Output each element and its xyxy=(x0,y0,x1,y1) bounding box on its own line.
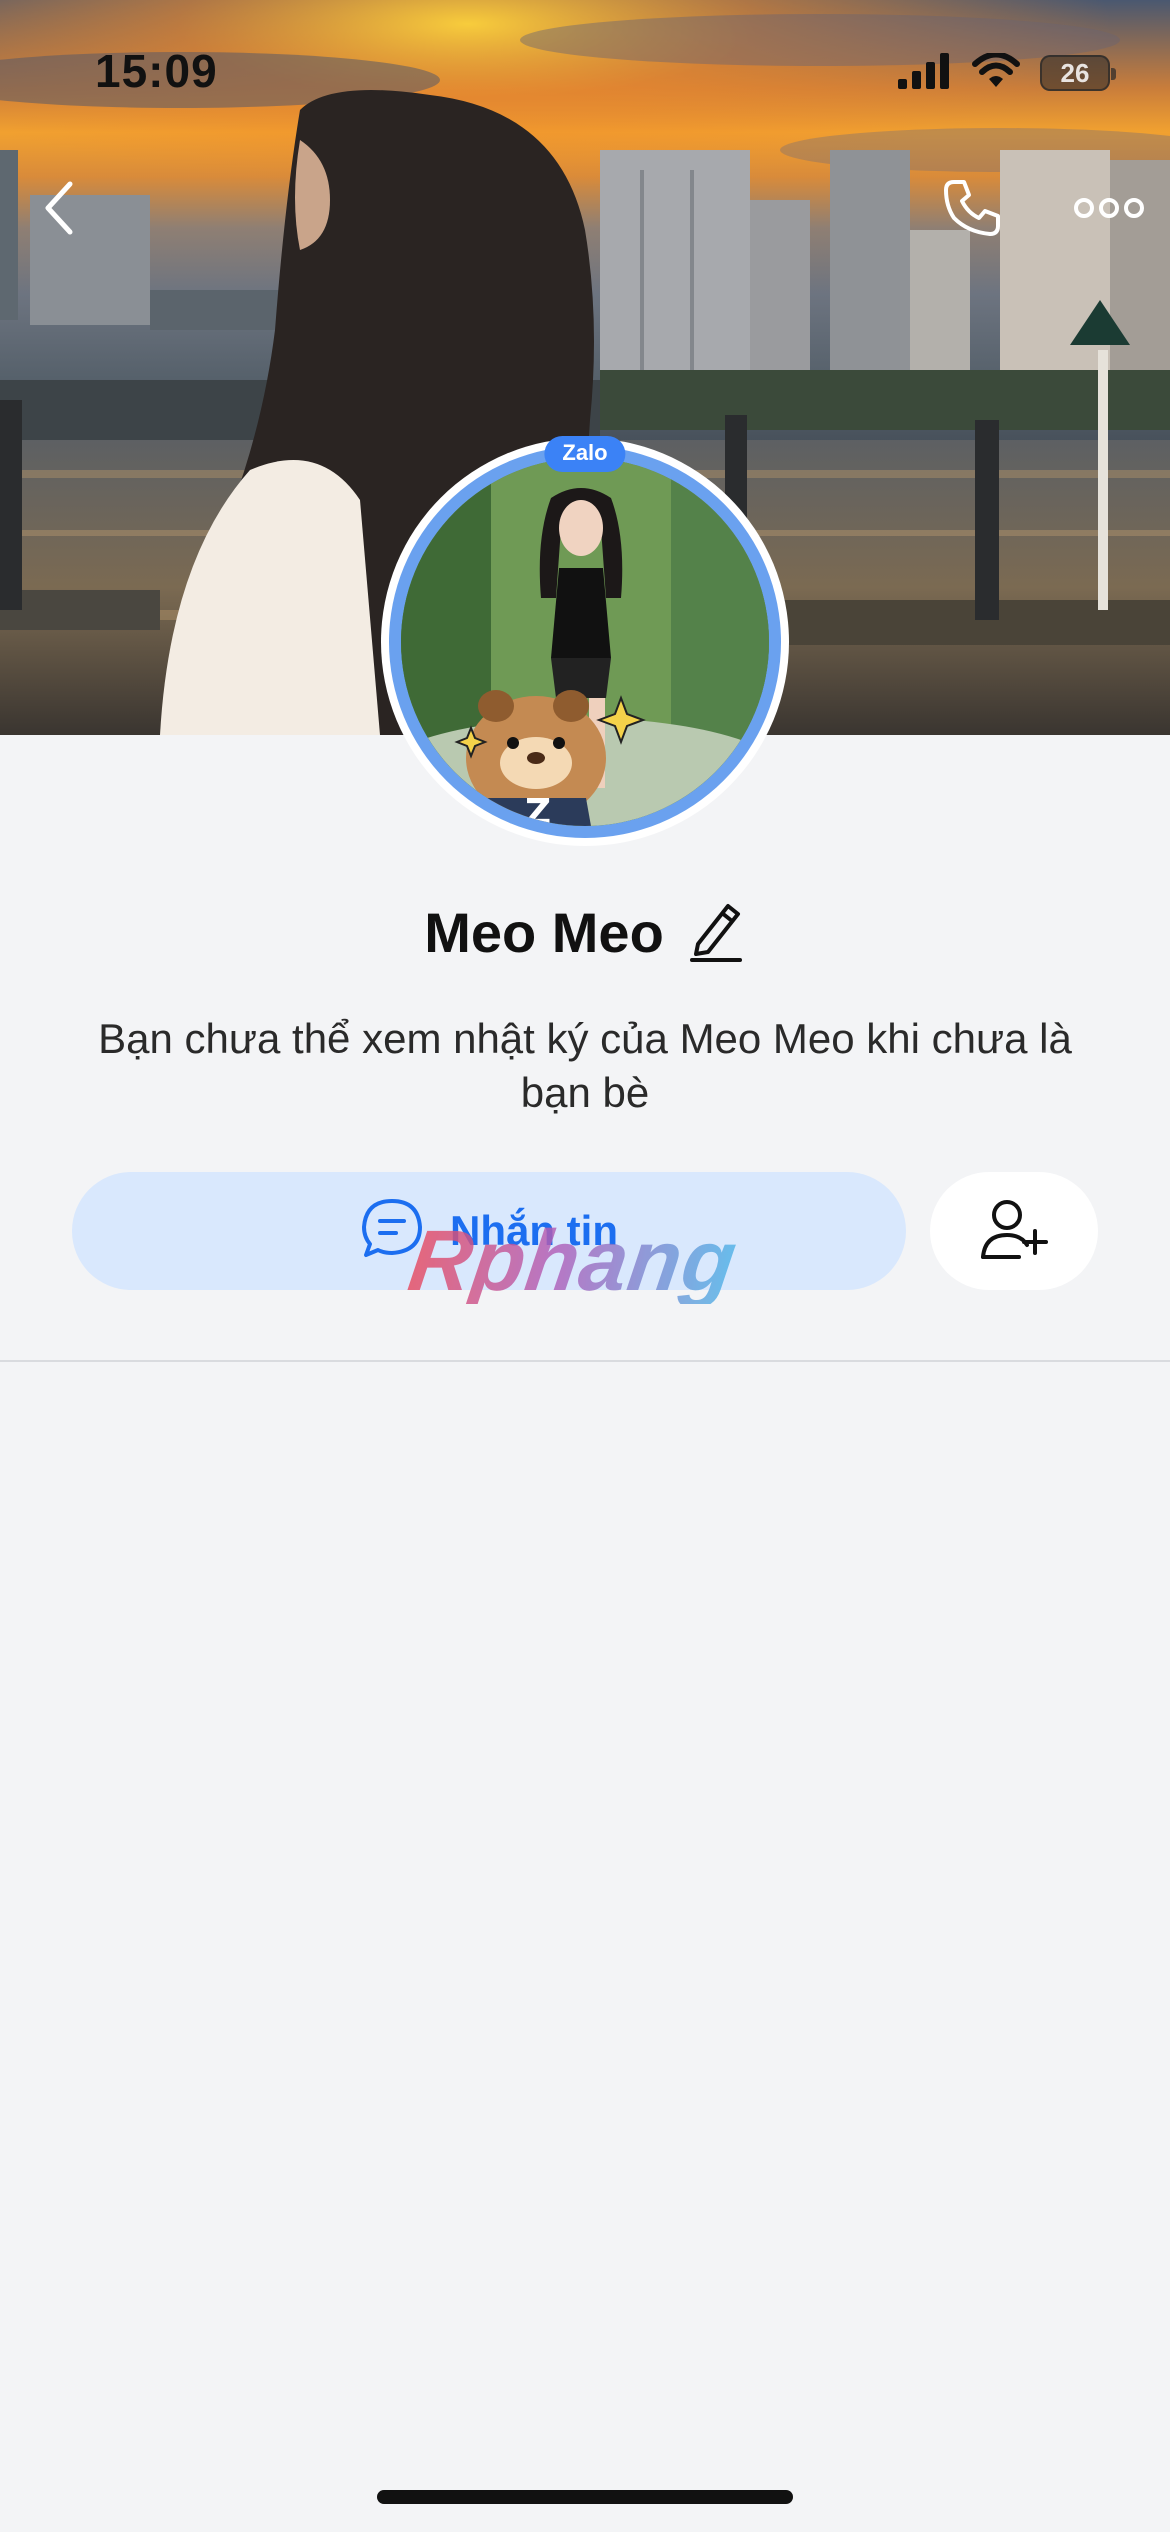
section-divider xyxy=(0,1360,1170,1362)
avatar-photo: Z xyxy=(401,458,769,826)
chat-bubble-icon xyxy=(360,1197,424,1266)
profile-name-row: Meo Meo xyxy=(0,900,1170,965)
chevron-left-icon xyxy=(40,180,80,241)
add-user-icon xyxy=(979,1197,1049,1266)
avatar-scene: Z xyxy=(401,458,769,826)
svg-text:Z: Z xyxy=(525,792,551,826)
status-bar: 15:09 26 xyxy=(0,0,1170,140)
zalo-badge: Zalo xyxy=(544,436,626,472)
avatar-frame: Z xyxy=(389,446,781,838)
more-button[interactable] xyxy=(1064,170,1154,250)
call-button[interactable] xyxy=(932,170,1012,250)
more-dots-icon xyxy=(1072,196,1146,225)
message-button-label: Nhắn tin xyxy=(450,1207,618,1254)
wifi-icon xyxy=(972,51,1020,94)
battery-icon: 26 xyxy=(1040,55,1116,91)
cellular-signal-icon xyxy=(898,52,952,94)
avatar[interactable]: Zalo Z xyxy=(381,436,789,846)
status-time: 15:09 xyxy=(95,45,218,97)
message-button[interactable]: Nhắn tin xyxy=(72,1172,906,1290)
phone-icon xyxy=(940,176,1004,245)
profile-name: Meo Meo xyxy=(424,901,664,964)
edit-name-button[interactable] xyxy=(686,901,746,965)
add-friend-button[interactable] xyxy=(930,1172,1098,1290)
home-indicator[interactable] xyxy=(377,2490,793,2504)
back-button[interactable] xyxy=(20,170,100,250)
battery-level: 26 xyxy=(1060,58,1090,88)
status-icons: 26 xyxy=(898,48,1116,98)
diary-privacy-note: Bạn chưa thể xem nhật ký của Meo Meo khi… xyxy=(98,1015,1072,1116)
pencil-icon xyxy=(688,898,744,967)
